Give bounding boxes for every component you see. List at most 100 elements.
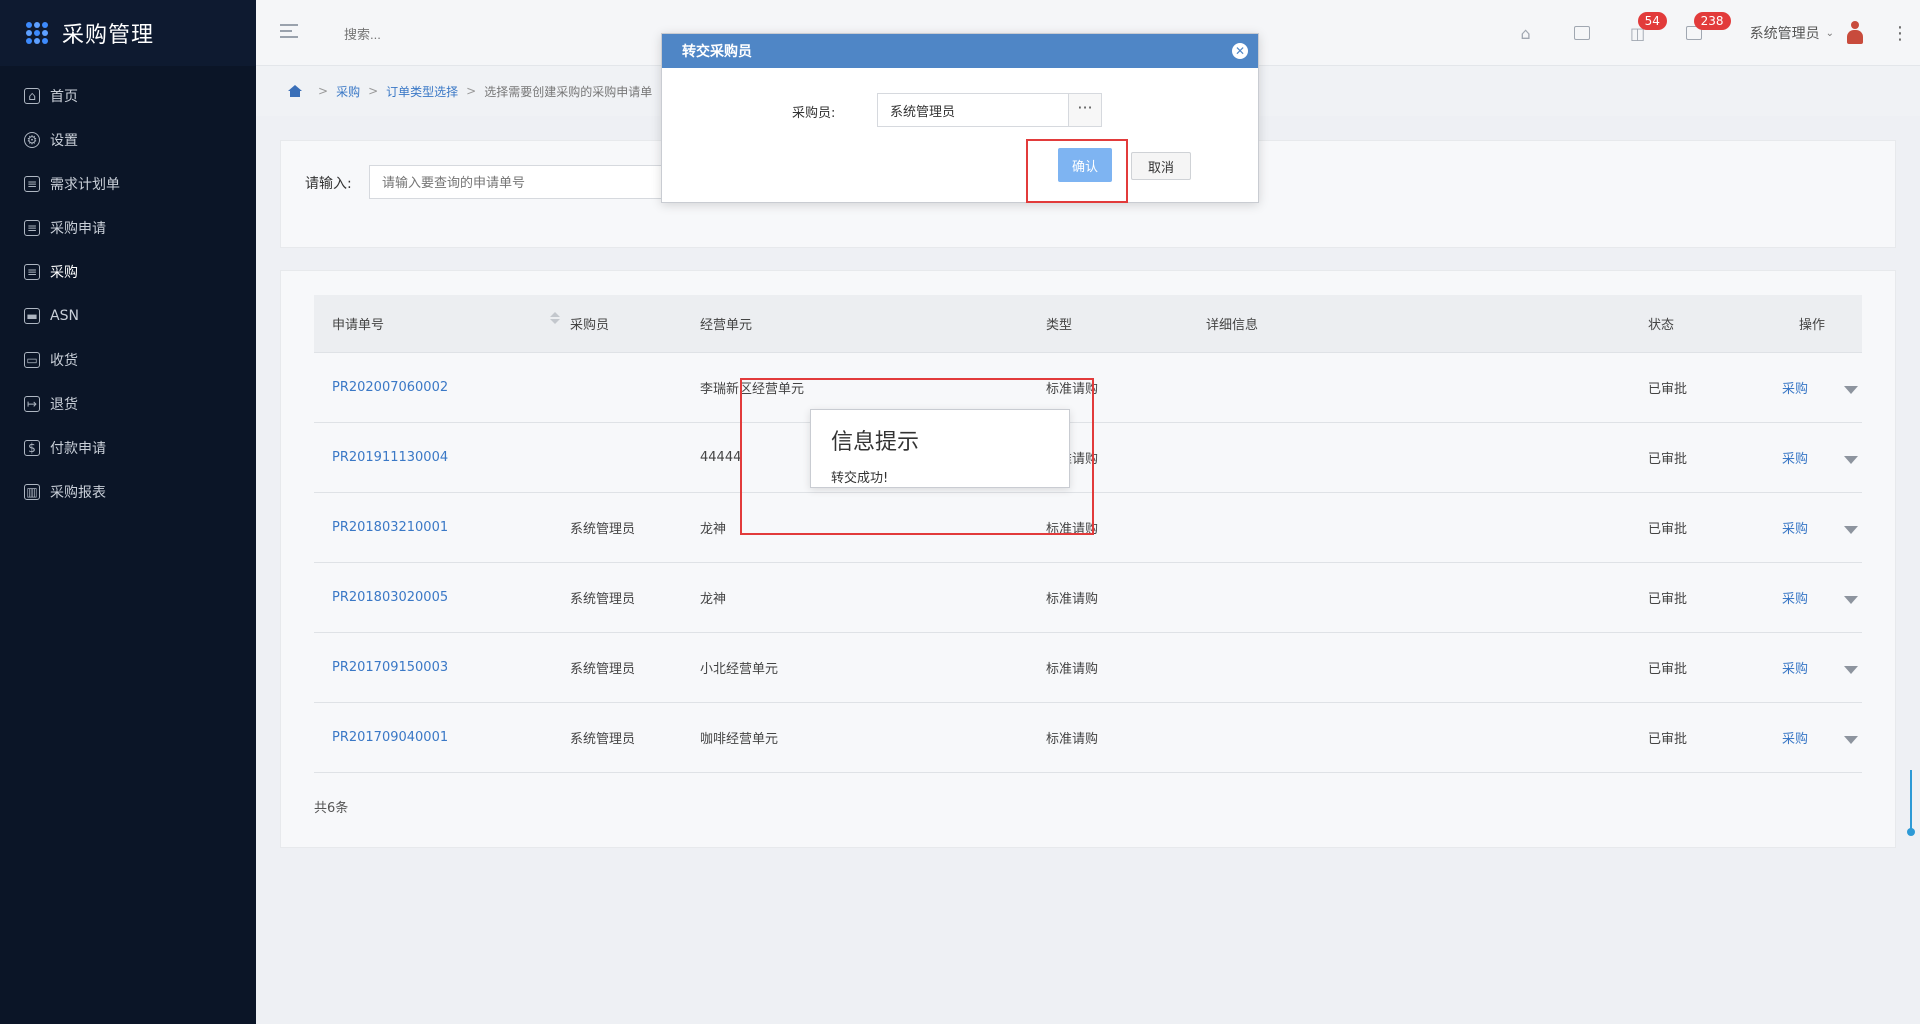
- column-header-action: 操作: [1798, 318, 1825, 333]
- menu-toggle-icon[interactable]: [280, 24, 298, 38]
- inbox-icon: ▭: [24, 352, 40, 368]
- breadcrumb-item-order-type[interactable]: 订单类型选择: [386, 83, 458, 100]
- buyer-cell: 系统管理员: [570, 592, 636, 607]
- home-icon[interactable]: [288, 85, 302, 97]
- bar-chart-icon: ▥: [24, 484, 40, 500]
- confirm-highlight-box: [1026, 139, 1128, 203]
- sidebar-item-label: 付款申请: [50, 441, 106, 457]
- buyer-field-label: 采购员:: [792, 106, 836, 121]
- sidebar-item-settings[interactable]: ⚙ 设置: [0, 118, 256, 162]
- gear-icon: ⚙: [24, 132, 40, 148]
- app-title: 采购管理: [62, 23, 155, 48]
- status-cell: 已审批: [1648, 452, 1688, 467]
- breadcrumb-separator: >: [368, 84, 379, 98]
- user-name: 系统管理员: [1749, 26, 1820, 42]
- more-vertical-icon[interactable]: ⋮: [1880, 23, 1920, 44]
- status-cell: 已审批: [1648, 662, 1688, 677]
- home-icon: ⌂: [24, 88, 40, 104]
- table-row: PR201709040001 系统管理员 咖啡经营单元 标准请购 已审批 采购: [314, 703, 1862, 773]
- purchase-action-link[interactable]: 采购: [1782, 522, 1808, 537]
- home-icon: ⌂: [1520, 23, 1531, 43]
- home-nav-button[interactable]: ⌂: [1498, 0, 1554, 66]
- cart-list-icon: ≡: [24, 264, 40, 280]
- breadcrumb-item-current: 选择需要创建采购的采购申请单: [484, 84, 653, 99]
- purchase-action-link[interactable]: 采购: [1782, 452, 1808, 467]
- request-number-link[interactable]: PR202007060002: [332, 380, 448, 395]
- table-row: PR201803020005 系统管理员 龙神 标准请购 已审批 采购: [314, 563, 1862, 633]
- type-cell: 标准请购: [1046, 592, 1099, 607]
- scrollbar-indicator[interactable]: [1907, 770, 1916, 836]
- purchase-action-link[interactable]: 采购: [1782, 662, 1808, 677]
- status-cell: 已审批: [1648, 382, 1688, 397]
- unit-cell: 咖啡经营单元: [700, 732, 779, 747]
- request-number-link[interactable]: PR201803210001: [332, 520, 448, 535]
- payment-icon: $: [24, 440, 40, 456]
- buyer-cell: 系统管理员: [570, 522, 636, 537]
- dropdown-triangle-icon[interactable]: [1844, 595, 1859, 604]
- messages-button[interactable]: 238: [1666, 0, 1731, 66]
- status-cell: 已审批: [1648, 592, 1688, 607]
- purchase-action-link[interactable]: 采购: [1782, 592, 1808, 607]
- column-header-request-no[interactable]: 申请单号: [314, 312, 570, 333]
- grid-icon: [1573, 26, 1590, 40]
- sidebar: 采购管理 ⌂ 首页 ⚙ 设置 ≡ 需求计划单 ≡ 采购申请 ≡ 采购 ▬ ASN…: [0, 0, 256, 1024]
- column-header-label: 申请单号: [332, 318, 385, 333]
- status-cell: 已审批: [1648, 522, 1688, 537]
- sidebar-item-purchase[interactable]: ≡ 采购: [0, 250, 256, 294]
- unit-cell: 小北经营单元: [700, 662, 779, 677]
- status-cell: 已审批: [1648, 732, 1688, 747]
- dropdown-triangle-icon[interactable]: [1844, 525, 1859, 534]
- sidebar-item-label: 收货: [50, 353, 78, 369]
- sidebar-item-demand-plan[interactable]: ≡ 需求计划单: [0, 162, 256, 206]
- truck-icon: ▬: [24, 308, 40, 324]
- column-header-status: 状态: [1648, 318, 1675, 333]
- sidebar-item-label: 设置: [50, 133, 78, 149]
- buyer-cell: 系统管理员: [570, 732, 636, 747]
- purchase-action-link[interactable]: 采购: [1782, 382, 1808, 397]
- sort-icon[interactable]: [550, 312, 560, 324]
- close-icon[interactable]: ✕: [1232, 43, 1248, 59]
- sidebar-item-label: 退货: [50, 397, 78, 413]
- sidebar-item-label: 采购: [50, 265, 78, 281]
- dropdown-triangle-icon[interactable]: [1844, 385, 1859, 394]
- breadcrumb-item-purchase[interactable]: 采购: [336, 83, 360, 100]
- dropdown-triangle-icon[interactable]: [1844, 455, 1859, 464]
- document-icon: ≡: [24, 176, 40, 192]
- column-header-buyer: 采购员: [570, 318, 610, 333]
- sidebar-menu: ⌂ 首页 ⚙ 设置 ≡ 需求计划单 ≡ 采购申请 ≡ 采购 ▬ ASN ▭ 收货…: [0, 66, 256, 514]
- sidebar-item-home[interactable]: ⌂ 首页: [0, 74, 256, 118]
- transfer-buyer-dialog: 转交采购员 ✕ 采购员: 系统管理员 ··· 确认 取消: [661, 33, 1259, 203]
- request-number-link[interactable]: PR201911130004: [332, 450, 448, 465]
- cancel-button[interactable]: 取消: [1131, 152, 1191, 180]
- dialog-title: 转交采购员: [682, 44, 752, 60]
- sidebar-item-label: 采购申请: [50, 221, 106, 237]
- notifications-button[interactable]: ◫ 54: [1610, 0, 1667, 66]
- dropdown-triangle-icon[interactable]: [1844, 735, 1859, 744]
- dropdown-triangle-icon[interactable]: [1844, 665, 1859, 674]
- table-header: 申请单号 采购员 经营单元 类型 详细信息 状态 操作: [314, 295, 1862, 353]
- request-number-link[interactable]: PR201709040001: [332, 730, 448, 745]
- column-header-unit: 经营单元: [700, 318, 753, 333]
- sidebar-item-receiving[interactable]: ▭ 收货: [0, 338, 256, 382]
- grid-nav-button[interactable]: [1554, 0, 1610, 66]
- buyer-picker-button[interactable]: ···: [1068, 93, 1102, 127]
- sidebar-item-payment-request[interactable]: $ 付款申请: [0, 426, 256, 470]
- type-cell: 标准请购: [1046, 732, 1099, 747]
- buyer-field[interactable]: 系统管理员: [877, 93, 1069, 127]
- table-panel: 申请单号 采购员 经营单元 类型 详细信息 状态 操作 PR2020070600…: [280, 270, 1896, 848]
- sidebar-item-purchase-request[interactable]: ≡ 采购申请: [0, 206, 256, 250]
- sidebar-item-purchase-report[interactable]: ▥ 采购报表: [0, 470, 256, 514]
- request-number-link[interactable]: PR201709150003: [332, 660, 448, 675]
- form-icon: ≡: [24, 220, 40, 236]
- messages-badge: 238: [1693, 12, 1731, 30]
- sidebar-item-label: 采购报表: [50, 485, 106, 501]
- buyer-cell: 系统管理员: [570, 662, 636, 677]
- sidebar-item-asn[interactable]: ▬ ASN: [0, 294, 256, 338]
- sidebar-item-returns[interactable]: ↦ 退货: [0, 382, 256, 426]
- search-input[interactable]: [344, 22, 604, 46]
- notifications-badge: 54: [1637, 12, 1667, 30]
- request-number-link[interactable]: PR201803020005: [332, 590, 448, 605]
- apps-grid-icon[interactable]: [26, 22, 48, 44]
- user-menu[interactable]: 系统管理员 ⌄: [1722, 0, 1880, 66]
- purchase-action-link[interactable]: 采购: [1782, 732, 1808, 747]
